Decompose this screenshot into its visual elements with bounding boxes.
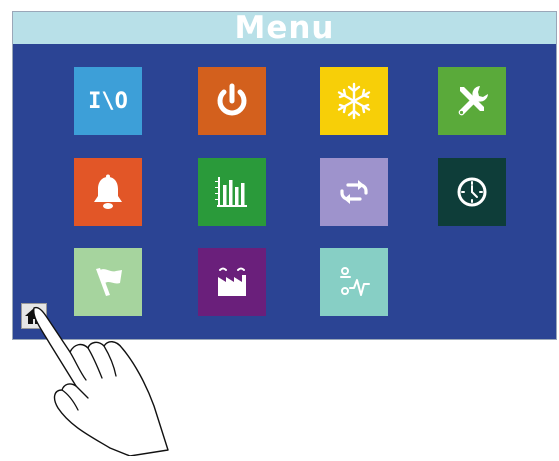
- bar-chart-icon: [215, 177, 247, 207]
- power-icon: [217, 83, 247, 116]
- clock-icon: [457, 177, 487, 207]
- cycle-tile[interactable]: [320, 158, 388, 226]
- factory-icon: [218, 267, 246, 296]
- io-tile[interactable]: I\O: [74, 67, 142, 135]
- sensor-tile[interactable]: [320, 248, 388, 316]
- power-tile[interactable]: [198, 67, 266, 135]
- alarm-bell-icon: [94, 174, 122, 209]
- cycle-arrows-icon: [340, 180, 368, 204]
- io-icon: I\O: [88, 88, 128, 114]
- snowflake-icon: [337, 82, 371, 120]
- tools-icon: [458, 86, 488, 116]
- tools-tile[interactable]: [438, 67, 506, 135]
- flag-icon: [96, 268, 122, 296]
- sensor-wave-icon: [340, 267, 370, 296]
- hmi-screen: Menu I\O: [12, 11, 557, 340]
- title-bar: Menu: [13, 12, 556, 44]
- pointing-hand-illustration: [33, 306, 169, 456]
- factory-tile[interactable]: [198, 248, 266, 316]
- chart-tile[interactable]: [198, 158, 266, 226]
- clock-tile[interactable]: [438, 158, 506, 226]
- cooling-tile[interactable]: [320, 67, 388, 135]
- page-title: Menu: [234, 10, 335, 46]
- alarm-tile[interactable]: [74, 158, 142, 226]
